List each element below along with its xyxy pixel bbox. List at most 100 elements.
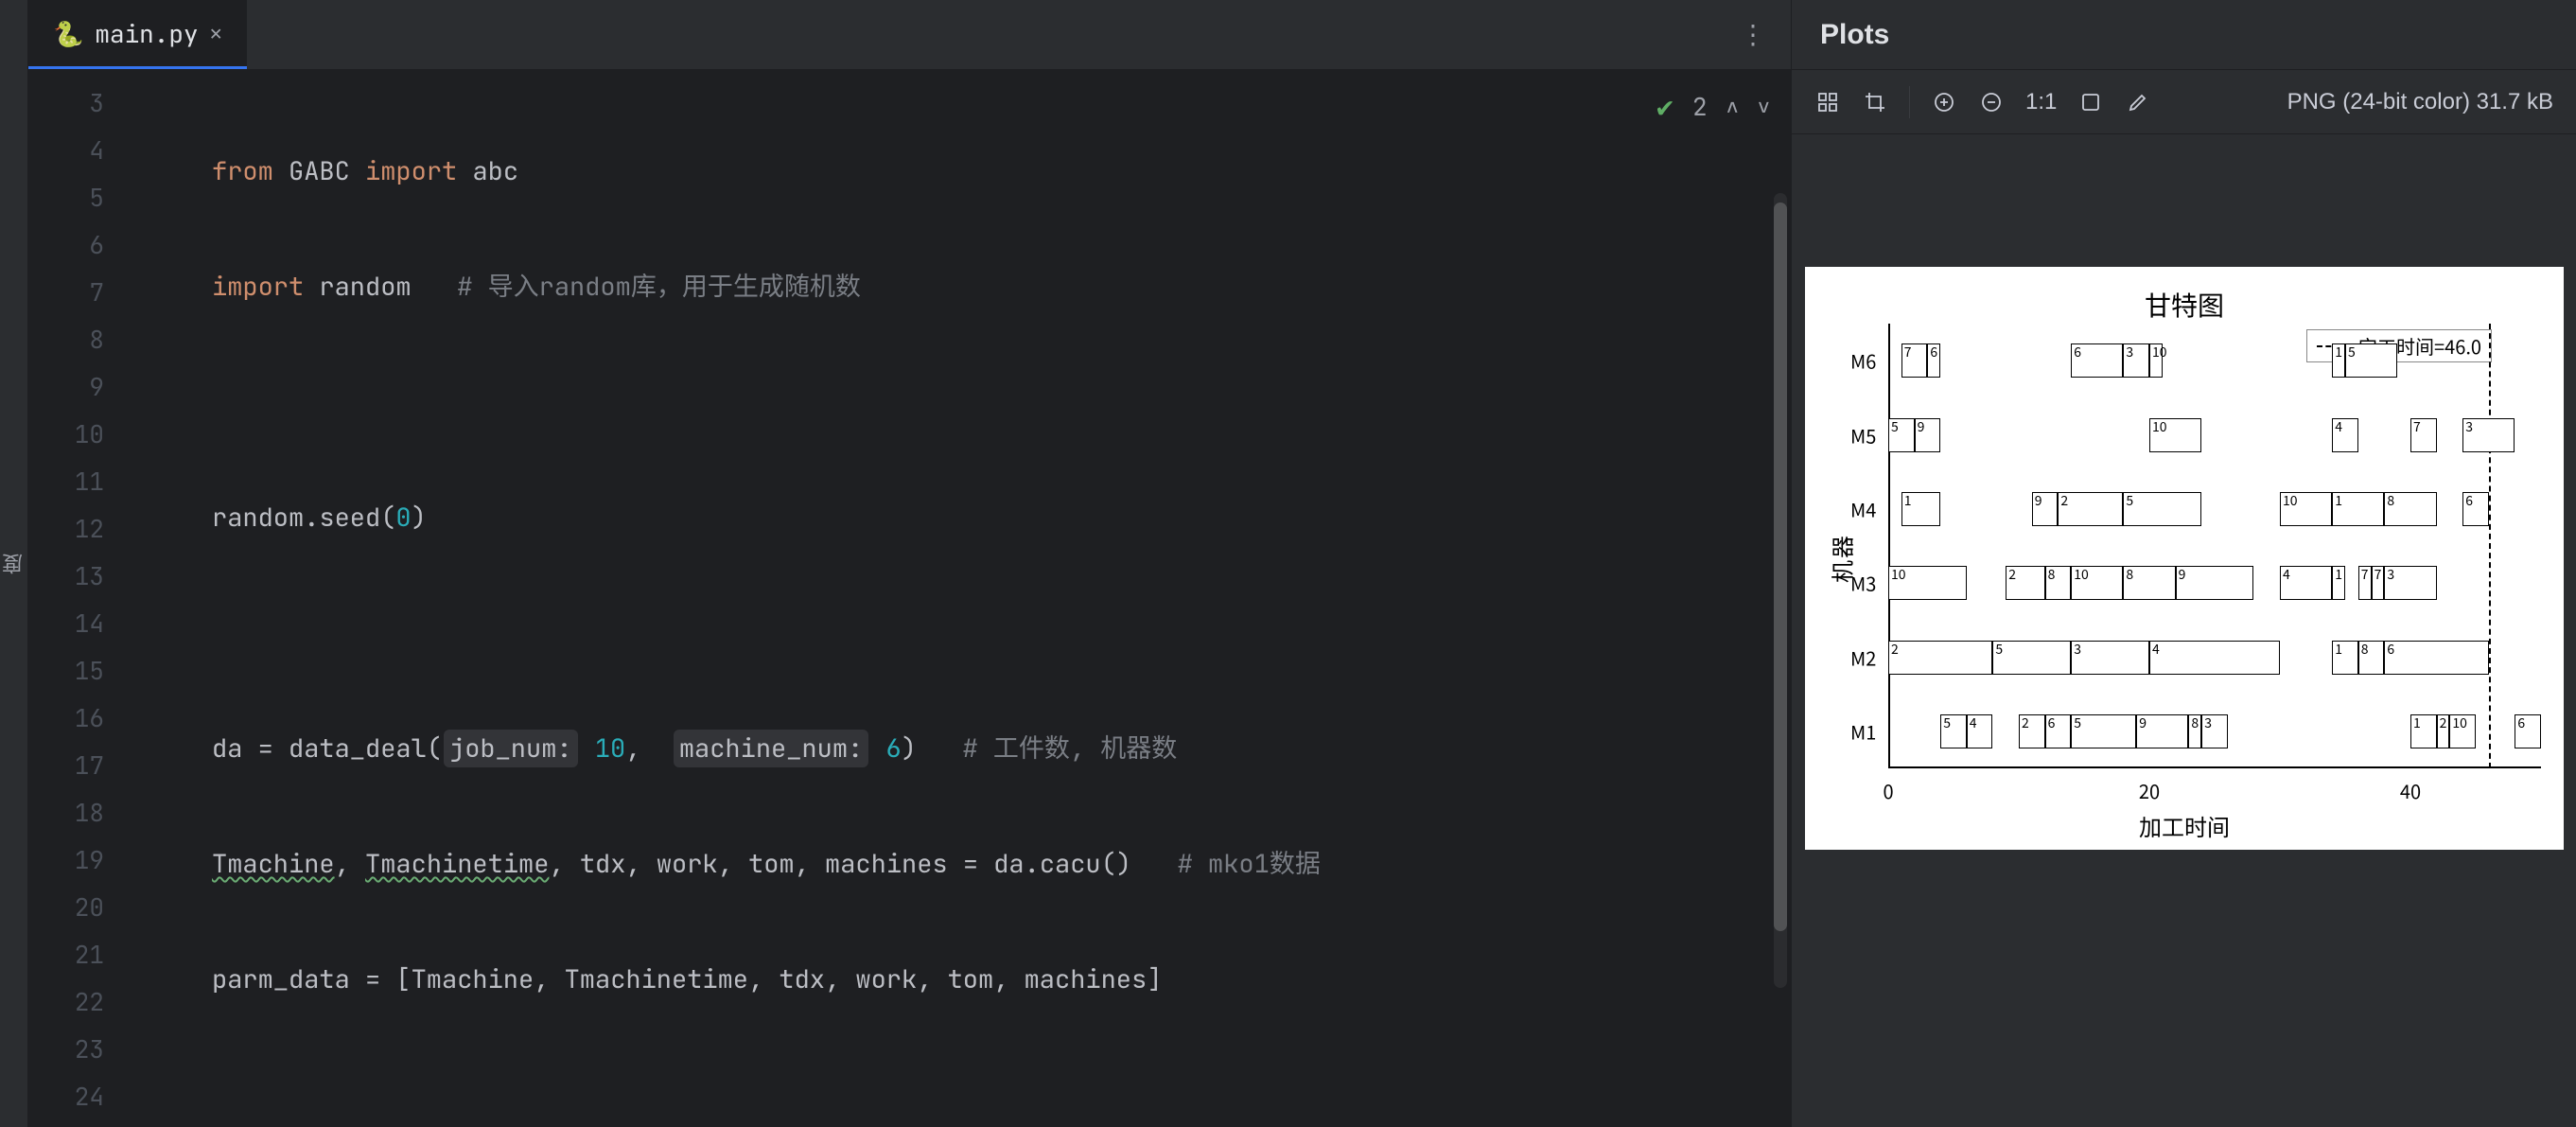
line-number: 10: [28, 411, 132, 458]
line-number: 20: [28, 884, 132, 931]
file-tab-main-py[interactable]: 🐍 main.py ✕: [28, 0, 247, 69]
code-line: import random # 导入random库，用于生成随机数: [132, 263, 1791, 310]
gantt-bar: 3: [2462, 418, 2515, 452]
line-number: 3: [28, 79, 132, 127]
tool-window-label: 度: [0, 554, 29, 574]
toolbar-separator: [1909, 86, 1910, 118]
chart-ytick: M2: [1850, 643, 1876, 671]
gantt-bar: 2: [2006, 566, 2044, 600]
code-area[interactable]: from GABC import abc import random # 导入r…: [132, 70, 1791, 1127]
zoom-ratio[interactable]: 1:1: [2025, 89, 2057, 115]
chart-xlabel: 加工时间: [1805, 809, 2564, 842]
gantt-bar: 3: [2201, 714, 2228, 748]
gantt-bar: 2: [2019, 714, 2045, 748]
line-number: 9: [28, 363, 132, 411]
gantt-bar: 9: [1915, 418, 1941, 452]
line-number: 8: [28, 316, 132, 363]
chart-xtick: 40: [2400, 777, 2421, 804]
settings-icon[interactable]: [2077, 91, 2104, 114]
gantt-bar: 8: [2188, 714, 2201, 748]
grid-icon[interactable]: [1814, 91, 1841, 114]
gantt-bar: 10: [2149, 418, 2201, 452]
plots-panel-title: Plots: [1792, 0, 2576, 70]
next-problem-icon[interactable]: ∨: [1758, 93, 1770, 120]
edit-icon[interactable]: [2125, 91, 2151, 114]
python-file-icon: 🐍: [53, 17, 83, 50]
gantt-bar: 5: [1888, 418, 1915, 452]
gantt-bar: 7: [2372, 566, 2385, 600]
code-line: from GABC import abc: [132, 148, 1791, 195]
tab-filename: main.py: [95, 17, 198, 50]
chart-ytick: M6: [1850, 347, 1876, 375]
zoom-in-icon[interactable]: [1931, 91, 1957, 114]
close-icon[interactable]: ✕: [210, 20, 222, 47]
code-line: parm_data = [Tmachine, Tmachinetime, tdx…: [132, 956, 1791, 1003]
problem-count: 2: [1692, 90, 1708, 123]
plot-file-info: PNG (24-bit color) 31.7 kB: [2287, 89, 2553, 115]
gantt-bar: 6: [2045, 714, 2072, 748]
code-line: [132, 609, 1791, 657]
gantt-bar: 2: [2058, 492, 2123, 526]
gantt-bar: 9: [2136, 714, 2188, 748]
crop-icon[interactable]: [1862, 91, 1888, 114]
gantt-bar: 1: [2332, 566, 2345, 600]
editor-inspection-widget[interactable]: ✔ 2 ∧ ∨: [1656, 87, 1770, 125]
gantt-bar: 1: [2410, 714, 2437, 748]
line-number: 24: [28, 1073, 132, 1120]
chart-ytick: M3: [1850, 570, 1876, 597]
gantt-bar: 6: [2384, 641, 2488, 675]
gantt-bar: 8: [2358, 641, 2385, 675]
line-number: 22: [28, 978, 132, 1026]
plots-body: 甘特图 机器 加工时间 完工时间=46.0 M1M2M3M4M5M6020405…: [1792, 134, 2576, 1127]
gantt-bar: 8: [2123, 566, 2175, 600]
gantt-bar: 6: [1927, 343, 1940, 378]
gantt-bar: 1: [1901, 492, 1940, 526]
chart-axes: 完工时间=46.0: [1888, 324, 2541, 768]
gantt-bar: 2: [2437, 714, 2450, 748]
code-line: [132, 379, 1791, 426]
plot-canvas[interactable]: 甘特图 机器 加工时间 完工时间=46.0 M1M2M3M4M5M6020405…: [1805, 267, 2564, 850]
gantt-bar: 4: [1967, 714, 1993, 748]
gantt-bar: 8: [2384, 492, 2436, 526]
chart-xtick: 0: [1883, 777, 1893, 804]
line-number: 5: [28, 174, 132, 221]
line-number-gutter: 3 4 5 6 7 8 9 10 11 12 13 14 15 16 17 18…: [28, 70, 132, 1127]
chart-xtick: 20: [2139, 777, 2160, 804]
gantt-bar: 9: [2176, 566, 2254, 600]
gantt-bar: 10: [2149, 343, 2163, 378]
gantt-bar: 5: [1940, 714, 1967, 748]
editor-scrollbar-thumb[interactable]: [1774, 203, 1787, 931]
chart-finish-line: [2489, 324, 2491, 768]
editor-tab-bar: 🐍 main.py ✕ ⋮: [28, 0, 1791, 70]
gantt-bar: 9: [2032, 492, 2059, 526]
editor-body[interactable]: 3 4 5 6 7 8 9 10 11 12 13 14 15 16 17 18…: [28, 70, 1791, 1127]
line-number: 12: [28, 505, 132, 553]
gantt-bar: 1: [2332, 492, 2384, 526]
line-number: 14: [28, 600, 132, 647]
gantt-bar: 10: [2071, 566, 2123, 600]
tool-window-strip[interactable]: 度: [0, 0, 28, 1127]
prev-problem-icon[interactable]: ∧: [1726, 93, 1739, 120]
gantt-bar: 8: [2045, 566, 2072, 600]
line-number: 23: [28, 1026, 132, 1073]
gantt-bar: 5: [2071, 714, 2136, 748]
gantt-bar: 7: [1901, 343, 1928, 378]
line-number: 18: [28, 789, 132, 836]
gantt-bar: 7: [2358, 566, 2372, 600]
line-number: 4: [28, 127, 132, 174]
zoom-out-icon[interactable]: [1978, 91, 2005, 114]
gantt-bar: 1: [2332, 641, 2358, 675]
line-number: 13: [28, 553, 132, 600]
check-icon: ✔: [1656, 87, 1674, 125]
gantt-bar: 6: [2515, 714, 2541, 748]
gantt-bar: 5: [1992, 641, 2071, 675]
line-number: 16: [28, 695, 132, 742]
gantt-bar: 7: [2410, 418, 2437, 452]
chart-ytick: M4: [1850, 495, 1876, 522]
gantt-bar: 10: [1888, 566, 1967, 600]
tab-more-icon[interactable]: ⋮: [1715, 17, 1791, 52]
line-number: 6: [28, 221, 132, 269]
gantt-bar: 5: [2345, 343, 2397, 378]
chart-ytick: M1: [1850, 717, 1876, 745]
editor-main: 🐍 main.py ✕ ⋮ 3 4 5 6 7 8 9 10 11 12 13 …: [28, 0, 1791, 1127]
